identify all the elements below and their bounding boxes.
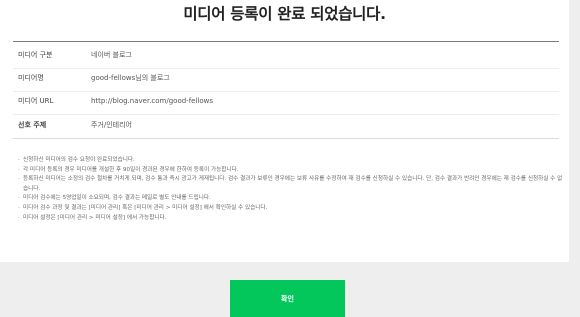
result-card: 미디어 등록이 완료 되었습니다. 미디어 구분 네이버 블로그 미디어명 go…: [0, 0, 569, 262]
preferred-topic-label: 선호 주제: [18, 121, 47, 129]
notice-item: 각 미디어 등록의 경우 미디어를 개설한 후 90일이 경과된 경우에 한하여…: [18, 166, 563, 176]
notice-item: 등록하신 미디어는 소정의 검수 절차를 거치게 되며, 검수 통과 즉시 광고…: [18, 175, 563, 194]
notice-item: 미디어 검수 과정 및 결과는 [미디어 관리] 혹은 [미디어 관리 > 미디…: [18, 204, 563, 214]
notice-item: 신청하신 미디어의 검수 요청이 완료되었습니다.: [18, 156, 563, 166]
notice-item: 미디어 설정은 [미디어 관리 > 미디어 설정] 에서 가능합니다.: [18, 214, 563, 224]
notice-list: 신청하신 미디어의 검수 요청이 완료되었습니다. 각 미디어 등록의 경우 미…: [18, 156, 563, 223]
detail-row-preferred-topic: 선호 주제 주거/인테리어: [13, 112, 559, 139]
media-url-value: http://blog.naver.com/good-fellows: [91, 97, 214, 105]
confirm-button[interactable]: 확인: [230, 280, 345, 317]
page-title: 미디어 등록이 완료 되었습니다.: [183, 5, 386, 23]
preferred-topic-value: 주거/인테리어: [91, 121, 132, 129]
detail-row-media-url: 미디어 URL http://blog.naver.com/good-fello…: [13, 88, 559, 115]
media-url-label: 미디어 URL: [18, 97, 54, 105]
notice-item: 미디어 검수에는 5영업일이 소요되며, 검수 결과는 메일로 별도 안내를 드…: [18, 194, 563, 204]
